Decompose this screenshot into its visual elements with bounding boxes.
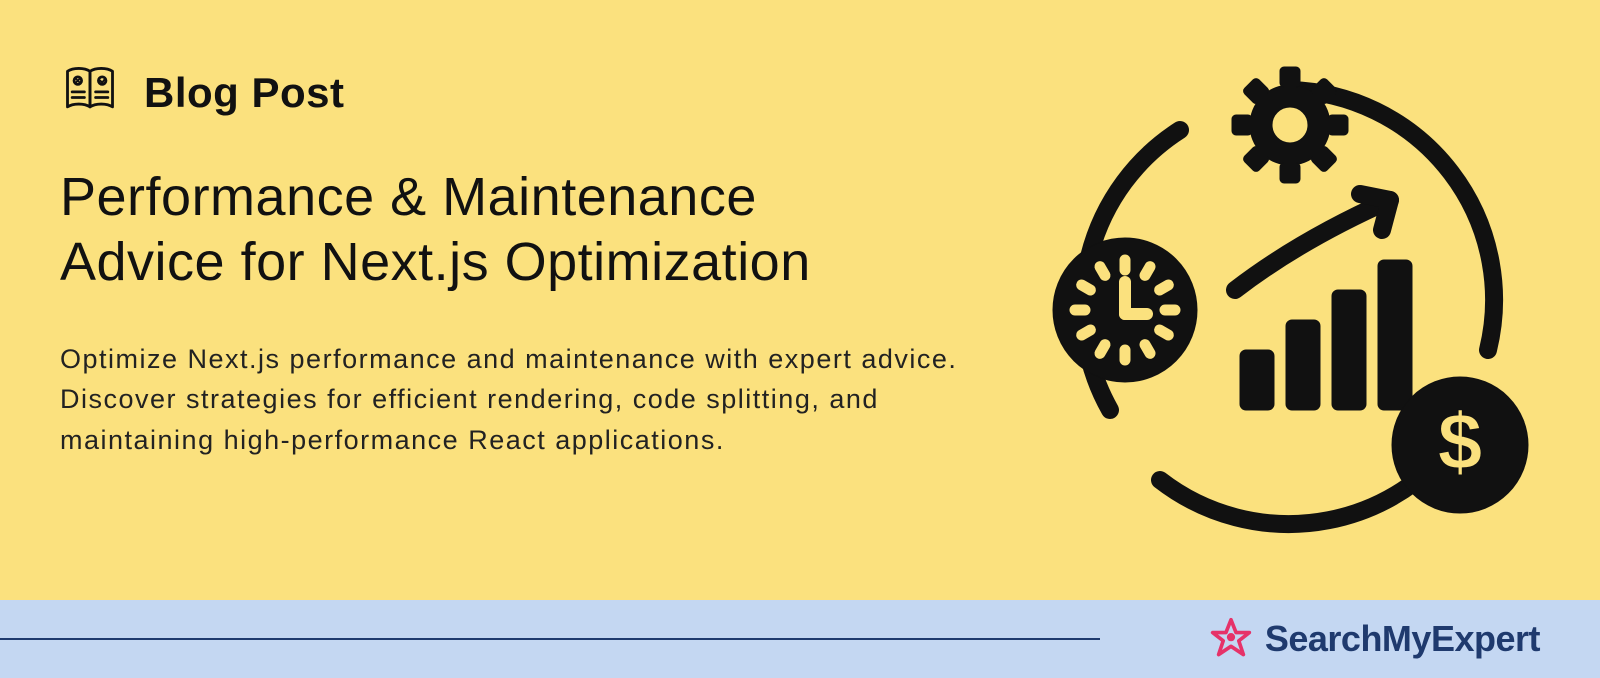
badge-row: Blog Post [60, 60, 990, 125]
clock-icon [1053, 238, 1197, 382]
gear-icon [1232, 67, 1348, 183]
footer-divider [0, 638, 1100, 640]
badge-label: Blog Post [144, 69, 345, 117]
post-description: Optimize Next.js performance and mainten… [60, 339, 990, 461]
content-column: Blog Post Performance & Maintenance Advi… [60, 60, 990, 460]
svg-text:$: $ [1438, 397, 1483, 486]
blog-card: Blog Post Performance & Maintenance Advi… [0, 0, 1600, 678]
book-icon [60, 60, 120, 125]
dollar-coin-icon: $ [1392, 377, 1528, 513]
star-icon [1209, 617, 1253, 661]
performance-cycle-illustration: $ [1040, 50, 1540, 550]
bar-chart-icon [1235, 194, 1412, 410]
brand-logo: SearchMyExpert [1209, 600, 1540, 678]
brand-name: SearchMyExpert [1265, 618, 1540, 660]
post-title: Performance & Maintenance Advice for Nex… [60, 165, 990, 295]
title-line-2: Advice for Next.js Optimization [60, 232, 811, 292]
footer-bar: SearchMyExpert [0, 600, 1600, 678]
title-line-1: Performance & Maintenance [60, 167, 757, 227]
